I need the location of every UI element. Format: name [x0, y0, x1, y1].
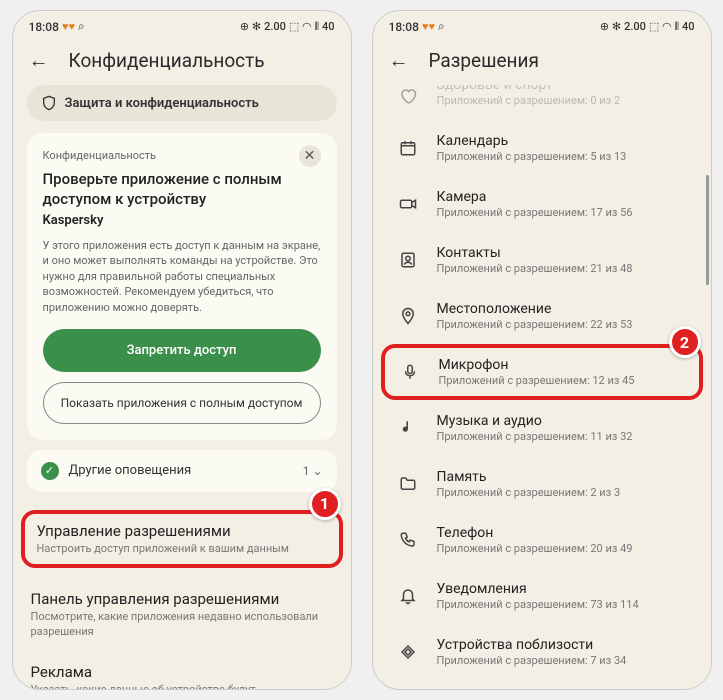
status-time: 18:08	[29, 20, 59, 34]
bell-icon	[397, 587, 419, 605]
contacts-icon	[397, 251, 419, 269]
nearby-icon	[397, 643, 419, 661]
perm-subtitle: Приложений с разрешением: 12 из 45	[439, 374, 685, 387]
perm-subtitle: Приложений с разрешением: 73 из 114	[437, 598, 687, 611]
status-time: 18:08	[389, 20, 419, 34]
perm-subtitle: Приложений с разрешением: 21 из 48	[437, 262, 687, 275]
perm-title: Музыка и аудио	[437, 413, 687, 429]
phone-left: 18:08 ♥♥ ⌕ ⊕ ✻ 2.00 ⬚ ◠ ⫴ 40 ← Конфиденц…	[12, 10, 352, 690]
perm-row-mic[interactable]: МикрофонПриложений с разрешением: 12 из …	[381, 344, 703, 400]
card-label: Конфиденциальность	[43, 149, 321, 162]
perm-row-phone[interactable]: ТелефонПриложений с разрешением: 20 из 4…	[391, 512, 693, 568]
scrollbar[interactable]	[706, 175, 709, 285]
perm-row-camera[interactable]: КамераПриложений с разрешением: 17 из 56	[391, 176, 693, 232]
heart-icon: ♥♥	[62, 20, 75, 33]
ads-row[interactable]: Реклама Указать, какие данные об устройс…	[27, 651, 337, 689]
other-notifications-row[interactable]: ✓ Другие оповещения 1 ⌄	[27, 450, 337, 492]
expand-icon: 1 ⌄	[303, 464, 323, 478]
close-icon[interactable]: ✕	[299, 145, 321, 167]
mic-icon	[399, 363, 421, 381]
perm-row-music[interactable]: Музыка и аудиоПриложений с разрешением: …	[391, 400, 693, 456]
perm-row-folder[interactable]: ПамятьПриложений с разрешением: 2 из 3	[391, 456, 693, 512]
search-icon: ⌕	[438, 19, 445, 34]
header: ← Конфиденциальность	[13, 38, 351, 85]
heart-icon	[397, 87, 419, 105]
status-bar: 18:08 ♥♥ ⌕ ⊕ ✻ 2.00 ⬚ ◠ ⫴ 40	[13, 11, 351, 38]
row-title: Панель управления разрешениями	[31, 590, 333, 608]
status-right: ⊕ ✻ 2.00 ⬚ ◠ ⫴ 40	[600, 20, 695, 34]
perm-title: Телефон	[437, 525, 687, 541]
status-right: ⊕ ✻ 2.00 ⬚ ◠ ⫴ 40	[240, 20, 335, 34]
row-title: Управление разрешениями	[37, 522, 327, 540]
perm-row-location[interactable]: МестоположениеПриложений с разрешением: …	[391, 288, 693, 344]
perm-title: Календарь	[437, 133, 687, 149]
access-card: ✕ Конфиденциальность Проверьте приложени…	[27, 133, 337, 440]
heart-icon: ♥♥	[422, 20, 435, 33]
perm-subtitle: Приложений с разрешением: 11 из 32	[437, 430, 687, 443]
callout-badge-1: 1	[309, 488, 341, 520]
music-icon	[397, 419, 419, 437]
row-desc: Посмотрите, какие приложения недавно исп…	[31, 610, 333, 639]
perm-row-nearby[interactable]: Устройства поблизостиПриложений с разреш…	[391, 624, 693, 680]
perm-title: Микрофон	[439, 357, 685, 373]
perm-title: Камера	[437, 189, 687, 205]
check-icon: ✓	[41, 462, 59, 480]
perm-row-run[interactable]: Физическая активностьПриложений с разреш…	[391, 680, 693, 689]
chip-label: Защита и конфиденциальность	[65, 96, 259, 111]
perm-row-calendar[interactable]: КалендарьПриложений с разрешением: 5 из …	[391, 120, 693, 176]
callout-badge-2: 2	[669, 326, 701, 358]
perm-title: Память	[437, 469, 687, 485]
calendar-icon	[397, 139, 419, 157]
phone-icon	[397, 531, 419, 549]
security-chip[interactable]: Защита и конфиденциальность	[27, 85, 337, 121]
location-icon	[397, 307, 419, 325]
perm-subtitle: Приложений с разрешением: 2 из 3	[437, 486, 687, 499]
row-title: Реклама	[31, 663, 333, 681]
perm-row-bell[interactable]: УведомленияПриложений с разрешением: 73 …	[391, 568, 693, 624]
back-arrow-icon[interactable]: ←	[29, 48, 49, 73]
notif-label: Другие оповещения	[69, 463, 293, 478]
perm-title: Местоположение	[437, 301, 687, 317]
card-title: Проверьте приложение с полным доступом к…	[43, 170, 321, 209]
shield-icon	[41, 95, 57, 111]
header: ← Разрешения	[373, 38, 711, 85]
perm-row-contacts[interactable]: КонтактыПриложений с разрешением: 21 из …	[391, 232, 693, 288]
perm-title: Контакты	[437, 245, 687, 261]
perm-subtitle: Приложений с разрешением: 20 из 49	[437, 542, 687, 555]
perm-subtitle: Приложений с разрешением: 17 из 56	[437, 206, 687, 219]
perm-title: Устройства поблизости	[437, 637, 687, 653]
back-arrow-icon[interactable]: ←	[389, 48, 409, 73]
perm-title: Уведомления	[437, 581, 687, 597]
perm-subtitle: Приложений с разрешением: 7 из 34	[437, 654, 687, 667]
perm-subtitle: Приложений с разрешением: 22 из 53	[437, 318, 687, 331]
row-desc: Указать, какие данные об устройстве буду…	[31, 683, 333, 689]
status-bar: 18:08 ♥♥ ⌕ ⊕ ✻ 2.00 ⬚ ◠ ⫴ 40	[373, 11, 711, 38]
show-apps-button[interactable]: Показать приложения с полным доступом	[43, 382, 321, 424]
folder-icon	[397, 475, 419, 493]
search-icon: ⌕	[78, 19, 85, 34]
permissions-dashboard-row[interactable]: Панель управления разрешениями Посмотрит…	[27, 578, 337, 651]
row-desc: Настроить доступ приложений к вашим данн…	[37, 542, 327, 556]
phone-right: 18:08 ♥♥ ⌕ ⊕ ✻ 2.00 ⬚ ◠ ⫴ 40 ← Разрешени…	[372, 10, 712, 690]
permissions-list: Здоровье и спортПриложений с разрешением…	[387, 85, 697, 689]
page-title: Конфиденциальность	[69, 49, 265, 72]
card-description: У этого приложения есть доступ к данным …	[43, 238, 321, 315]
camera-icon	[397, 195, 419, 213]
card-app-name: Kaspersky	[43, 213, 321, 228]
page-title: Разрешения	[429, 49, 539, 72]
perm-subtitle: Приложений с разрешением: 5 из 13	[437, 150, 687, 163]
deny-access-button[interactable]: Запретить доступ	[43, 329, 321, 372]
manage-permissions-row[interactable]: Управление разрешениями Настроить доступ…	[21, 510, 343, 568]
perm-row-health[interactable]: Здоровье и спортПриложений с разрешением…	[391, 85, 693, 120]
